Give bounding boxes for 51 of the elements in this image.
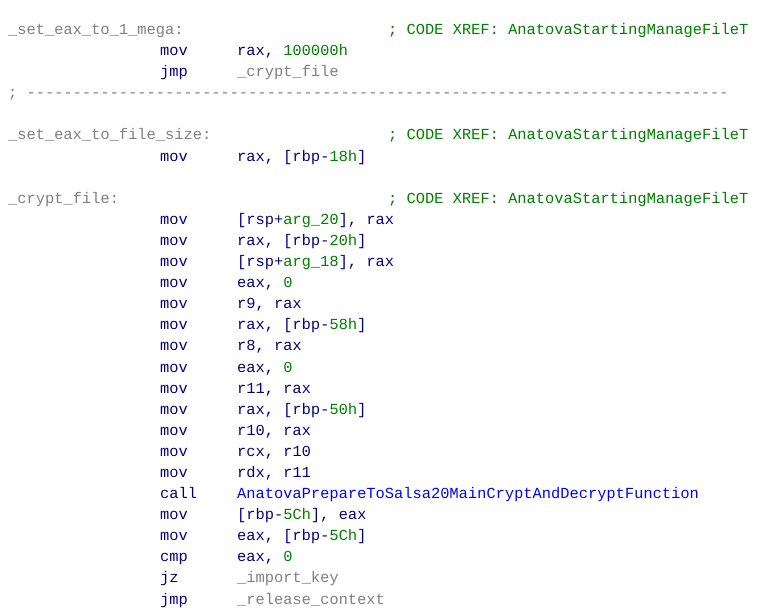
instruction-mnemonic: mov xyxy=(160,252,189,274)
instruction-mnemonic: mov xyxy=(160,41,189,62)
code-label: _set_eax_to_1_mega: xyxy=(8,20,184,41)
instruction-operand: AnatovaPrepareToSalsa20MainCryptAndDecryptFunction xyxy=(237,484,699,506)
instruction-mnemonic: cmp xyxy=(160,547,189,568)
instruction-mnemonic: jmp xyxy=(160,590,189,611)
instruction-operand: _import_key xyxy=(237,568,339,590)
instruction-mnemonic: mov xyxy=(160,505,189,526)
code-label: _set_eax_to_file_size: xyxy=(8,125,212,146)
instruction-operand: _crypt_file xyxy=(237,62,339,84)
instruction-operand: rax, [rbp-20h] xyxy=(237,230,366,252)
instruction-operand: rax, 100000h xyxy=(237,41,348,62)
instruction-mnemonic: mov xyxy=(160,336,189,358)
instruction-mnemonic: mov xyxy=(160,146,189,168)
instruction-mnemonic: jz xyxy=(160,568,180,590)
instruction-operand: rdx, r11 xyxy=(237,462,311,484)
instruction-mnemonic: mov xyxy=(160,442,189,463)
instruction-operand: rax, [rbp-18h] xyxy=(237,146,366,168)
instruction-mnemonic: call xyxy=(160,484,198,506)
xref-comment: ; CODE XREF: AnatovaStartingManageFileT xyxy=(388,125,748,146)
instruction-operand: [rsp+arg_20], rax xyxy=(237,210,394,231)
instruction-operand: rcx, r10 xyxy=(237,442,311,463)
instruction-mnemonic: mov xyxy=(160,358,189,378)
separator-comment: ; ---------------------------------------------------------------------------- xyxy=(8,83,728,104)
instruction-mnemonic: mov xyxy=(160,294,189,316)
instruction-operand: [rsp+arg_18], rax xyxy=(237,252,394,274)
instruction-mnemonic: mov xyxy=(160,420,189,442)
instruction-mnemonic: mov xyxy=(160,400,189,421)
instruction-mnemonic: mov xyxy=(160,315,189,336)
xref-comment: ; CODE XREF: AnatovaStartingManageFileT xyxy=(388,20,748,41)
instruction-operand: rax, [rbp-50h] xyxy=(237,400,366,421)
instruction-mnemonic: mov xyxy=(160,230,189,252)
instruction-operand: r8, rax xyxy=(237,336,302,358)
instruction-operand: eax, [rbp-5Ch] xyxy=(237,526,366,548)
instruction-mnemonic: mov xyxy=(160,210,189,231)
instruction-mnemonic: jmp xyxy=(160,62,189,84)
instruction-mnemonic: mov xyxy=(160,526,189,548)
instruction-operand: r10, rax xyxy=(237,420,311,442)
instruction-operand: eax, 0 xyxy=(237,273,292,294)
instruction-operand: eax, 0 xyxy=(237,547,292,568)
xref-comment: ; CODE XREF: AnatovaStartingManageFileT xyxy=(388,188,748,210)
instruction-mnemonic: mov xyxy=(160,462,189,484)
instruction-operand: r9, rax xyxy=(237,294,302,316)
instruction-operand: r11, rax xyxy=(237,378,311,400)
instruction-operand: _release_context xyxy=(237,590,385,611)
instruction-operand: rax, [rbp-58h] xyxy=(237,315,366,336)
code-label: _crypt_file: xyxy=(8,188,120,210)
instruction-mnemonic: mov xyxy=(160,273,189,294)
instruction-operand: eax, 0 xyxy=(237,358,292,378)
instruction-operand: [rbp-5Ch], eax xyxy=(237,505,366,526)
instruction-mnemonic: mov xyxy=(160,378,189,400)
